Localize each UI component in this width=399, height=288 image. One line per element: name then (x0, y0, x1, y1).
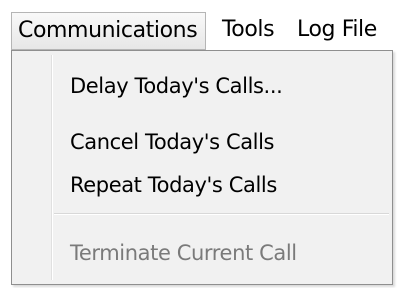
menu-item-terminate-current-call: Terminate Current Call (70, 241, 297, 265)
menu-communications[interactable]: Communications (11, 12, 206, 50)
menu-icon-gutter (51, 55, 53, 280)
menu-separator (54, 213, 389, 215)
menu-item-cancel-todays-calls[interactable]: Cancel Today's Calls (70, 128, 274, 156)
menu-tools[interactable]: Tools (222, 12, 275, 50)
menu-item-repeat-todays-calls[interactable]: Repeat Today's Calls (70, 171, 277, 199)
communications-dropdown: Delay Today's Calls... Cancel Today's Ca… (11, 50, 393, 285)
menu-log-file[interactable]: Log File (297, 12, 377, 50)
menu-item-delay-todays-calls[interactable]: Delay Today's Calls... (70, 72, 283, 100)
